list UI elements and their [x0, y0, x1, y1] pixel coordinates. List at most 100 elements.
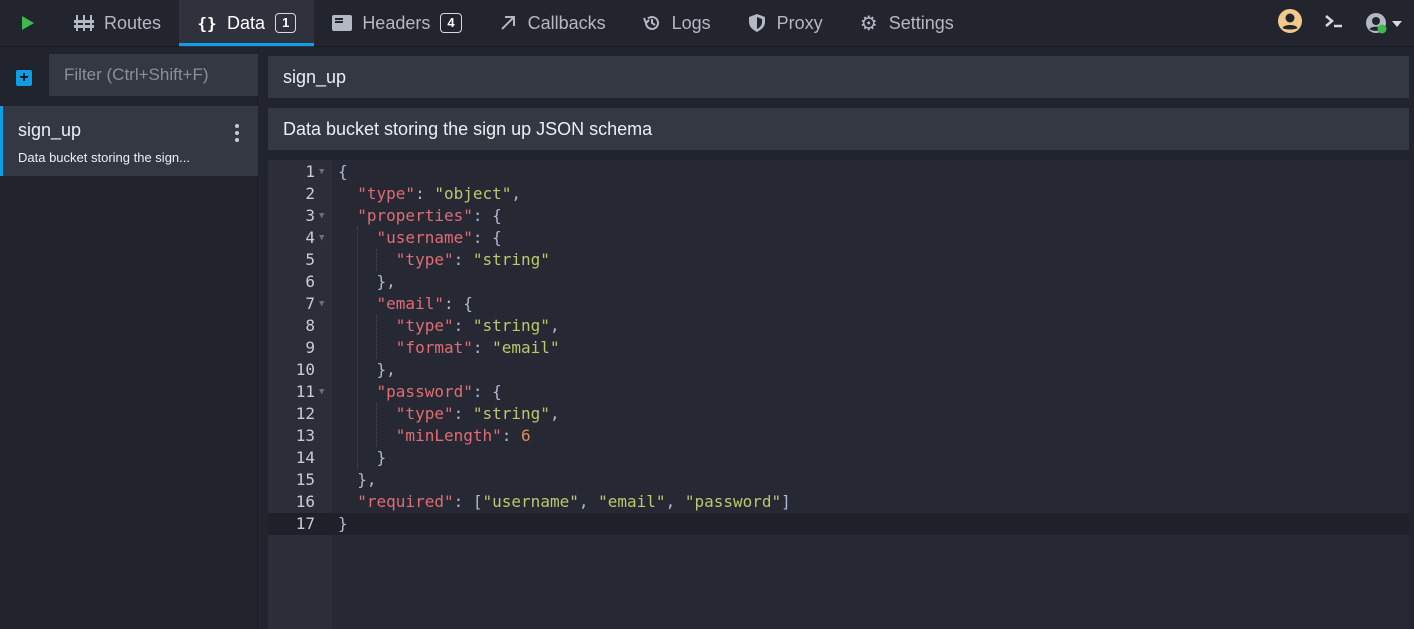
editor-line[interactable]: 3 ▼ "properties": { — [268, 205, 1409, 227]
filter-input[interactable] — [49, 54, 258, 96]
line-number: 11 — [295, 382, 315, 401]
bucket-name-input[interactable] — [268, 56, 1409, 98]
add-data-bucket-button[interactable]: + — [16, 70, 32, 86]
line-number: 12 — [295, 404, 315, 423]
data-buckets-sidebar: + sign_up Data bucket storing the sign..… — [0, 48, 258, 629]
editor-line[interactable]: 16 "required": ["username", "email", "pa… — [268, 491, 1409, 513]
tab-data-label: Data — [227, 12, 266, 33]
line-number: 6 — [305, 272, 315, 291]
plus-icon: + — [19, 69, 29, 86]
code-text: }, — [376, 272, 396, 291]
fold-toggle-icon[interactable]: ▼ — [319, 293, 324, 315]
braces-icon: {} — [197, 13, 217, 33]
editor-line[interactable]: 6 }, — [268, 271, 1409, 293]
code-text: "type": "string", — [395, 404, 560, 423]
editor-line[interactable]: 5 "type": "string" — [268, 249, 1409, 271]
code-text: "email": { — [376, 294, 473, 313]
tab-routes[interactable]: Routes — [56, 0, 179, 47]
code-text: { — [338, 162, 348, 181]
editor-line[interactable]: 14 } — [268, 447, 1409, 469]
fold-toggle-icon[interactable]: ▼ — [319, 161, 324, 183]
tab-callbacks[interactable]: Callbacks — [480, 0, 624, 47]
fold-toggle-icon[interactable]: ▼ — [319, 205, 324, 227]
data-count-badge: 1 — [275, 13, 297, 33]
code-text: "password": { — [376, 382, 502, 401]
editor-line[interactable]: 9 "format": "email" — [268, 337, 1409, 359]
code-text: "type": "object", — [357, 184, 522, 203]
line-number: 15 — [295, 470, 315, 489]
indent-guide — [376, 315, 378, 359]
tab-proxy-label: Proxy — [776, 12, 823, 33]
code-text: "type": "string" — [395, 250, 550, 269]
editor-line[interactable]: 13 "minLength": 6 — [268, 425, 1409, 447]
arrow-up-right-icon — [498, 13, 518, 33]
tab-proxy[interactable]: Proxy — [729, 0, 841, 47]
line-number: 16 — [295, 492, 315, 511]
indent-guide — [357, 227, 359, 469]
editor-line[interactable]: 8 "type": "string", — [268, 315, 1409, 337]
editor-line[interactable]: 4 ▼ "username": { — [268, 227, 1409, 249]
tab-data[interactable]: {} Data 1 — [179, 0, 315, 47]
tab-settings[interactable]: ⚙ Settings — [841, 0, 972, 47]
line-number: 9 — [305, 338, 315, 357]
play-icon — [22, 16, 34, 30]
line-number: 7 — [305, 294, 315, 313]
bucket-description-input[interactable] — [268, 108, 1409, 150]
editor-line[interactable]: 17} — [268, 513, 1409, 535]
code-text: "minLength": 6 — [395, 426, 531, 445]
shield-icon — [747, 13, 767, 33]
fold-toggle-icon[interactable]: ▼ — [319, 227, 324, 249]
fold-toggle-icon[interactable]: ▼ — [319, 381, 324, 403]
tab-logs[interactable]: Logs — [624, 0, 729, 47]
code-text: "properties": { — [357, 206, 502, 225]
run-environment-button[interactable] — [0, 0, 56, 47]
toolbar-right — [1278, 0, 1402, 47]
editor-line[interactable]: 15 }, — [268, 469, 1409, 491]
indent-guide — [376, 403, 378, 447]
data-bucket-item[interactable]: sign_up Data bucket storing the sign... — [0, 106, 258, 176]
editor-line[interactable]: 1 ▼ { — [268, 161, 1409, 183]
history-icon — [642, 13, 662, 33]
line-number: 8 — [305, 316, 315, 335]
line-number: 10 — [295, 360, 315, 379]
line-number: 14 — [295, 448, 315, 467]
gear-icon: ⚙ — [859, 12, 878, 35]
editor-line[interactable]: 7 ▼ "email": { — [268, 293, 1409, 315]
code-text: "format": "email" — [395, 338, 560, 357]
line-number: 4 — [305, 228, 315, 247]
editor-line[interactable]: 12 "type": "string", — [268, 403, 1409, 425]
tab-settings-label: Settings — [888, 12, 954, 33]
code-text: } — [338, 514, 348, 533]
user-circle-icon[interactable] — [1278, 9, 1302, 38]
tab-logs-label: Logs — [671, 12, 711, 33]
code-text: }, — [357, 470, 377, 489]
tab-callbacks-label: Callbacks — [527, 12, 606, 33]
line-number: 3 — [305, 206, 315, 225]
json-editor[interactable]: 1 ▼{2 "type": "object", 3 ▼ "properties": {… — [268, 160, 1409, 629]
line-number: 17 — [295, 514, 315, 533]
code-text: "username": { — [376, 228, 502, 247]
top-navigation-bar: Routes {} Data 1 Headers 4 Callbacks Log… — [0, 0, 1414, 47]
code-text: "type": "string", — [395, 316, 560, 335]
indent-guide — [376, 249, 378, 271]
tab-headers[interactable]: Headers 4 — [314, 0, 479, 47]
account-menu-icon[interactable] — [1366, 12, 1402, 35]
line-number: 2 — [305, 184, 315, 203]
code-text: } — [376, 448, 387, 467]
terminal-icon[interactable] — [1324, 13, 1344, 34]
code-text: "required": ["username", "email", "passw… — [357, 492, 791, 511]
line-number: 1 — [305, 162, 315, 181]
headers-count-badge: 4 — [440, 13, 462, 33]
tab-headers-label: Headers — [362, 12, 431, 33]
line-number: 13 — [295, 426, 315, 445]
data-bucket-name: sign_up — [18, 120, 82, 140]
caret-down-icon — [1392, 20, 1402, 27]
headers-icon — [332, 13, 353, 33]
code-text: }, — [376, 360, 396, 379]
editor-line[interactable]: 2 "type": "object", — [268, 183, 1409, 205]
routes-icon — [74, 13, 94, 33]
more-options-icon[interactable] — [234, 124, 240, 142]
line-number: 5 — [305, 250, 315, 269]
editor-line[interactable]: 10 }, — [268, 359, 1409, 381]
editor-line[interactable]: 11 ▼ "password": { — [268, 381, 1409, 403]
